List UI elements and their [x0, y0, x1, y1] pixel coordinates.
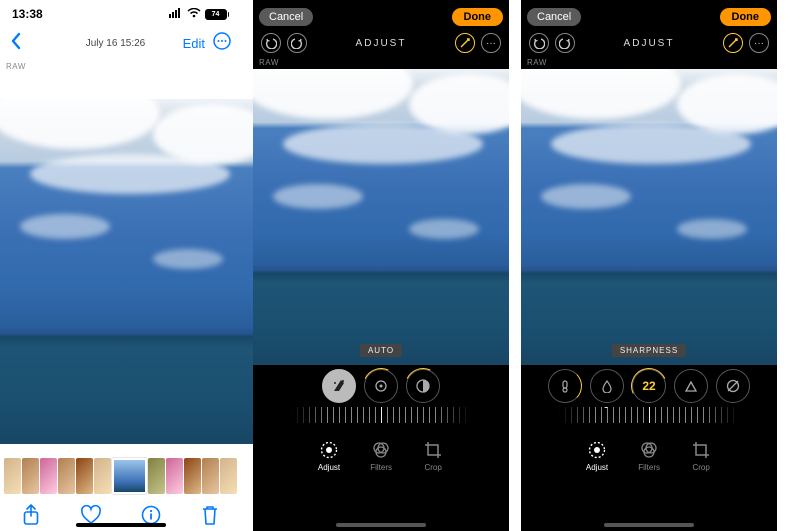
editor-toolbar: ADJUST ···	[521, 30, 777, 56]
dial-tint[interactable]	[590, 369, 624, 403]
back-button[interactable]	[10, 32, 60, 55]
tab-filters-label: Filters	[638, 463, 660, 472]
editor-header: Cancel Done	[521, 0, 777, 30]
editor-toolbar: ADJUST ···	[253, 30, 509, 56]
dial-sharpness[interactable]: 22	[632, 369, 666, 403]
adjust-controls	[253, 365, 509, 433]
delete-button[interactable]	[201, 504, 219, 531]
done-button[interactable]: Done	[452, 8, 504, 26]
raw-badge: RAW	[253, 56, 509, 69]
wifi-icon	[187, 7, 201, 21]
thumbnail[interactable]	[4, 458, 21, 494]
thumbnail[interactable]	[58, 458, 75, 494]
thumbnail[interactable]	[94, 458, 111, 494]
thumbnail[interactable]	[148, 458, 165, 494]
thumbnail-strip[interactable]	[0, 458, 241, 494]
status-bar: 13:38 74	[0, 0, 241, 28]
done-button[interactable]: Done	[720, 8, 772, 26]
tab-crop[interactable]: Crop	[690, 439, 712, 487]
photo-editor-auto-screen: Cancel Done ADJUST ··· RAW AUTO	[253, 0, 521, 531]
tab-adjust-label: Adjust	[318, 463, 340, 472]
photos-viewer-screen: 13:38 74 July 16 15:26 Edit RAW	[0, 0, 253, 531]
tab-filters[interactable]: Filters	[638, 439, 660, 487]
thumbnail[interactable]	[22, 458, 39, 494]
battery-icon: 74	[205, 9, 230, 20]
sharpness-value: 22	[642, 379, 655, 393]
markup-button[interactable]	[723, 33, 743, 53]
editor-title: ADJUST	[624, 38, 675, 49]
tab-adjust-label: Adjust	[586, 463, 608, 472]
thumbnail[interactable]	[166, 458, 183, 494]
thumbnail[interactable]	[76, 458, 93, 494]
tab-crop-label: Crop	[422, 463, 444, 472]
photo-display[interactable]	[0, 99, 253, 444]
redo-button[interactable]	[555, 33, 575, 53]
tab-crop[interactable]: Crop	[422, 439, 444, 487]
tab-filters[interactable]: Filters	[370, 439, 392, 487]
home-indicator[interactable]	[336, 523, 426, 527]
dial-auto[interactable]	[322, 369, 356, 403]
photo-date: July 16 15:26	[86, 38, 146, 49]
edit-tabs: Adjust Filters Crop	[253, 433, 509, 487]
dial-exposure[interactable]	[364, 369, 398, 403]
raw-badge: RAW	[521, 56, 777, 69]
photo-canvas[interactable]: AUTO	[253, 69, 509, 365]
status-time: 13:38	[12, 7, 43, 21]
tab-adjust[interactable]: Adjust	[586, 439, 608, 487]
adjustment-label: AUTO	[360, 344, 402, 357]
slider-ticks[interactable]	[559, 407, 739, 423]
markup-button[interactable]	[455, 33, 475, 53]
thumbnail[interactable]	[184, 458, 201, 494]
adjustment-label: SHARPNESS	[612, 344, 686, 357]
dial-noise[interactable]	[716, 369, 750, 403]
editor-title: ADJUST	[356, 38, 407, 49]
slider-ticks[interactable]	[291, 407, 471, 423]
home-indicator[interactable]	[604, 523, 694, 527]
edit-tabs: Adjust Filters Crop	[521, 433, 777, 487]
cancel-button[interactable]: Cancel	[259, 8, 313, 26]
photo-editor-sharpness-screen: Cancel Done ADJUST ··· RAW SHARPNESS 22	[521, 0, 789, 531]
nav-bar: July 16 15:26 Edit	[0, 28, 241, 58]
edit-button[interactable]: Edit	[183, 36, 205, 51]
share-button[interactable]	[22, 504, 40, 531]
plugins-button[interactable]: ···	[749, 33, 769, 53]
photo-canvas[interactable]: SHARPNESS	[521, 69, 777, 365]
thumbnail[interactable]	[40, 458, 57, 494]
thumbnail[interactable]	[202, 458, 219, 494]
adjust-controls: 22	[521, 365, 777, 433]
dial-warmth[interactable]	[548, 369, 582, 403]
thumbnail-selected[interactable]	[112, 458, 147, 494]
redo-button[interactable]	[287, 33, 307, 53]
tab-crop-label: Crop	[690, 463, 712, 472]
tab-filters-label: Filters	[370, 463, 392, 472]
tab-adjust[interactable]: Adjust	[318, 439, 340, 487]
home-indicator[interactable]	[76, 523, 166, 527]
dial-definition[interactable]	[674, 369, 708, 403]
signal-icon	[169, 7, 183, 21]
thumbnail[interactable]	[220, 458, 237, 494]
raw-badge: RAW	[0, 62, 241, 71]
dial-brilliance[interactable]	[406, 369, 440, 403]
editor-header: Cancel Done	[253, 0, 509, 30]
more-button[interactable]	[213, 32, 231, 55]
cancel-button[interactable]: Cancel	[527, 8, 581, 26]
undo-button[interactable]	[529, 33, 549, 53]
undo-button[interactable]	[261, 33, 281, 53]
plugins-button[interactable]: ···	[481, 33, 501, 53]
